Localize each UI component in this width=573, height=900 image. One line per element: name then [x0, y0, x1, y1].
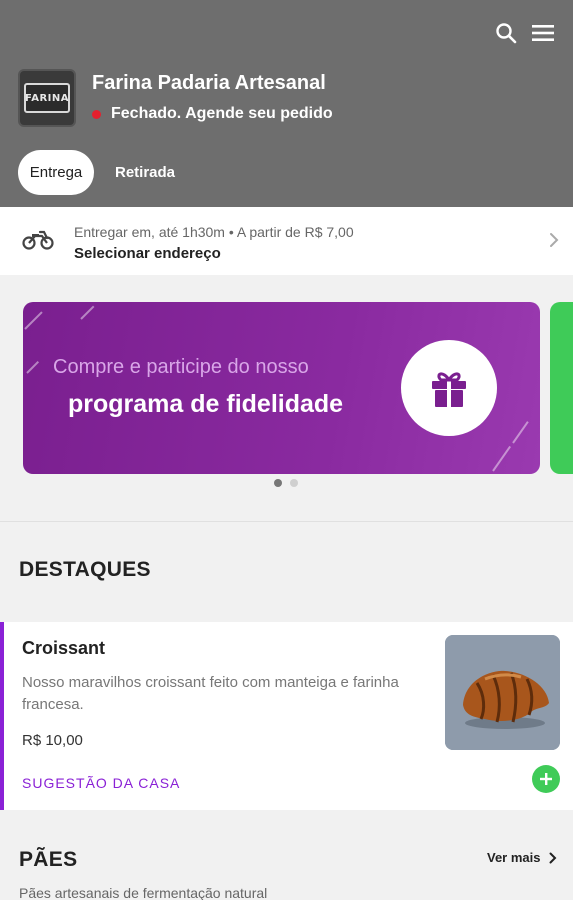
gift-icon: [401, 340, 497, 436]
store-header: FARINA Farina Padaria Artesanal Fechado.…: [0, 0, 573, 207]
motorcycle-icon: [22, 229, 54, 256]
banner-line2: programa de fidelidade: [68, 390, 344, 418]
product-name: Croissant: [22, 638, 106, 658]
search-icon[interactable]: [493, 20, 519, 46]
logo-text: FARINA: [24, 83, 70, 113]
decorative-stripe: [512, 421, 529, 444]
decorative-stripe: [80, 305, 95, 320]
product-price: R$ 10,00: [22, 732, 83, 749]
carousel-dots: [274, 479, 298, 487]
section-title-paes: PÃES: [19, 848, 78, 871]
banner-line1: Compre e participe do nosso: [53, 356, 309, 378]
delivery-info: Entregar em, até 1h30m • A partir de R$ …: [74, 224, 354, 240]
next-banner[interactable]: [550, 302, 573, 474]
delivery-address-row[interactable]: Entregar em, até 1h30m • A partir de R$ …: [0, 207, 573, 275]
chevron-right-icon: [549, 232, 559, 253]
see-more-label: Ver mais: [487, 850, 541, 865]
decorative-stripe: [492, 445, 512, 472]
loyalty-banner[interactable]: Compre e participe do nosso programa de …: [23, 302, 540, 474]
carousel-dot-active[interactable]: [274, 479, 282, 487]
store-status: Fechado. Agende seu pedido: [92, 105, 333, 123]
store-logo: FARINA: [18, 69, 76, 127]
product-description: Nosso maravilhos croissant feito com man…: [22, 674, 399, 713]
chevron-right-icon: [549, 852, 556, 863]
tab-entrega[interactable]: Entrega: [18, 150, 94, 195]
select-address-label: Selecionar endereço: [74, 245, 221, 262]
decorative-stripe: [24, 311, 43, 330]
divider: [0, 521, 573, 522]
section-title-destaques: DESTAQUES: [19, 558, 151, 581]
product-image: [445, 635, 560, 750]
menu-icon[interactable]: [530, 20, 556, 46]
status-dot-icon: [92, 109, 101, 119]
section-subtitle-paes: Pães artesanais de fermentação natural: [19, 885, 268, 900]
plus-icon: [540, 773, 552, 785]
store-name: Farina Padaria Artesanal: [92, 72, 326, 94]
carousel-dot[interactable]: [290, 479, 298, 487]
decorative-stripe: [26, 360, 40, 374]
add-to-cart-button[interactable]: [532, 765, 560, 793]
see-more-link[interactable]: Ver mais: [487, 850, 557, 865]
product-card[interactable]: Croissant Nosso maravilhos croissant fei…: [0, 622, 573, 810]
product-tag: SUGESTÃO DA CASA: [22, 775, 181, 791]
status-text: Fechado. Agende seu pedido: [111, 105, 333, 122]
tab-retirada[interactable]: Retirada: [108, 150, 182, 195]
